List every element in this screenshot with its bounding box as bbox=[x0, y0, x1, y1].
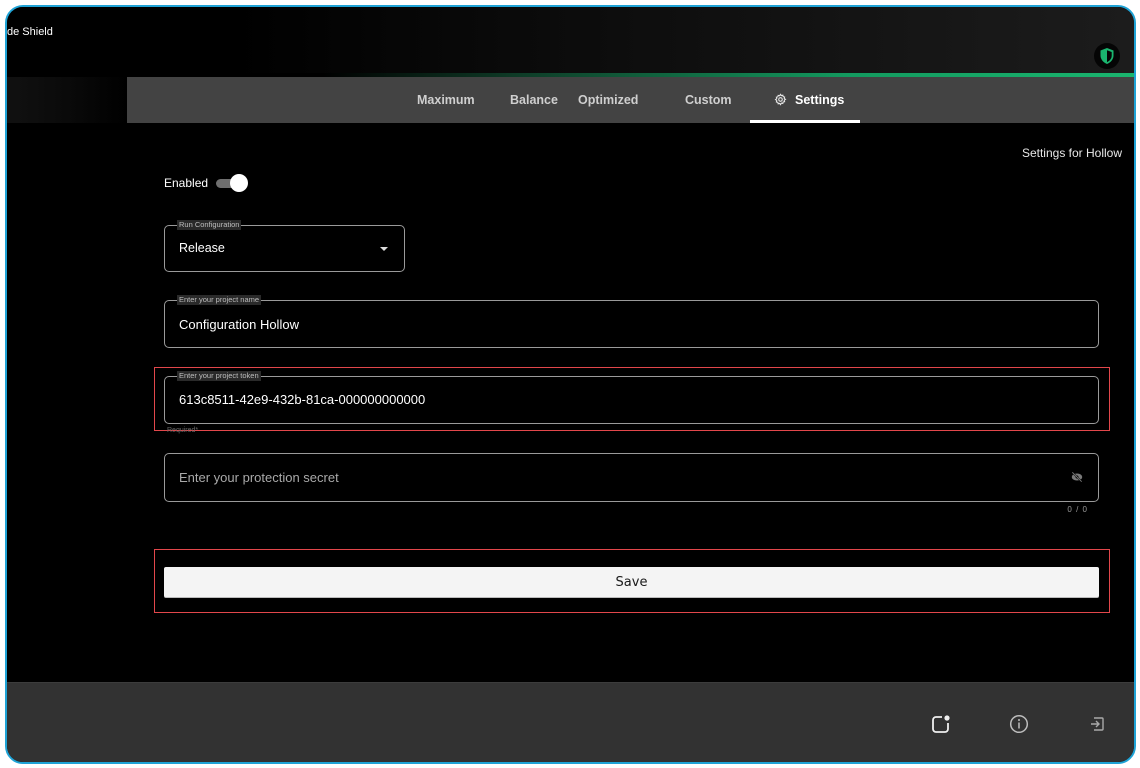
enabled-row: Enabled bbox=[164, 173, 249, 193]
project-name-legend: Enter your project name bbox=[177, 295, 262, 305]
tab-settings[interactable]: Settings bbox=[750, 77, 860, 123]
shield-icon bbox=[1100, 48, 1114, 64]
eye-off-icon[interactable] bbox=[1070, 470, 1084, 484]
logout-icon[interactable] bbox=[1089, 716, 1105, 732]
run-configuration-value: Release bbox=[179, 241, 225, 255]
notification-icon[interactable] bbox=[931, 714, 951, 734]
tab-optimized[interactable]: Optimized bbox=[578, 77, 638, 123]
project-token-input[interactable]: Enter your project token 613c8511-42e9-4… bbox=[164, 371, 1099, 424]
run-configuration-legend: Run Configuration bbox=[177, 220, 242, 230]
tab-balance[interactable]: Balance bbox=[510, 77, 558, 123]
project-name-input[interactable]: Enter your project name Configuration Ho… bbox=[164, 295, 1099, 348]
project-name-value: Configuration Hollow bbox=[179, 317, 299, 332]
save-button[interactable]: Save bbox=[164, 567, 1099, 597]
protection-secret-input[interactable]: Enter your protection secret bbox=[164, 453, 1099, 502]
info-icon[interactable] bbox=[1009, 714, 1029, 734]
tab-label: Settings bbox=[795, 93, 845, 107]
project-token-legend: Enter your project token bbox=[177, 371, 261, 381]
tab-label: Custom bbox=[685, 93, 732, 107]
caret-down-icon bbox=[380, 247, 388, 251]
tab-label: Optimized bbox=[578, 93, 639, 107]
settings-panel: Settings for Hollow Enabled Run Configur… bbox=[7, 123, 1134, 682]
required-helper-text: Required* bbox=[167, 427, 199, 434]
app-window: de Shield Maximum Balance Optimized Cust… bbox=[5, 5, 1136, 764]
tab-maximum[interactable]: Maximum bbox=[417, 77, 475, 123]
tab-bar: Maximum Balance Optimized Custom Setting… bbox=[127, 77, 1134, 123]
tab-label: Maximum bbox=[417, 93, 475, 107]
settings-heading: Settings for Hollow bbox=[1021, 146, 1122, 160]
app-title: de Shield bbox=[7, 26, 53, 38]
secret-char-counter: 0 / 0 bbox=[1067, 505, 1088, 514]
project-token-value: 613c8511-42e9-432b-81ca-000000000000 bbox=[179, 392, 426, 407]
footer-bar bbox=[7, 682, 1134, 762]
run-configuration-select[interactable]: Run Configuration Release bbox=[164, 220, 405, 272]
title-bar: de Shield bbox=[7, 7, 1134, 73]
toggle-thumb bbox=[230, 174, 249, 192]
gear-icon bbox=[774, 93, 787, 106]
shield-button[interactable] bbox=[1094, 43, 1120, 69]
tab-label: Balance bbox=[510, 93, 558, 107]
protection-secret-placeholder: Enter your protection secret bbox=[179, 470, 339, 485]
enabled-toggle[interactable] bbox=[214, 174, 249, 192]
sidebar-stub bbox=[7, 77, 127, 123]
enabled-label: Enabled bbox=[164, 176, 209, 190]
tab-custom[interactable]: Custom bbox=[685, 77, 732, 123]
